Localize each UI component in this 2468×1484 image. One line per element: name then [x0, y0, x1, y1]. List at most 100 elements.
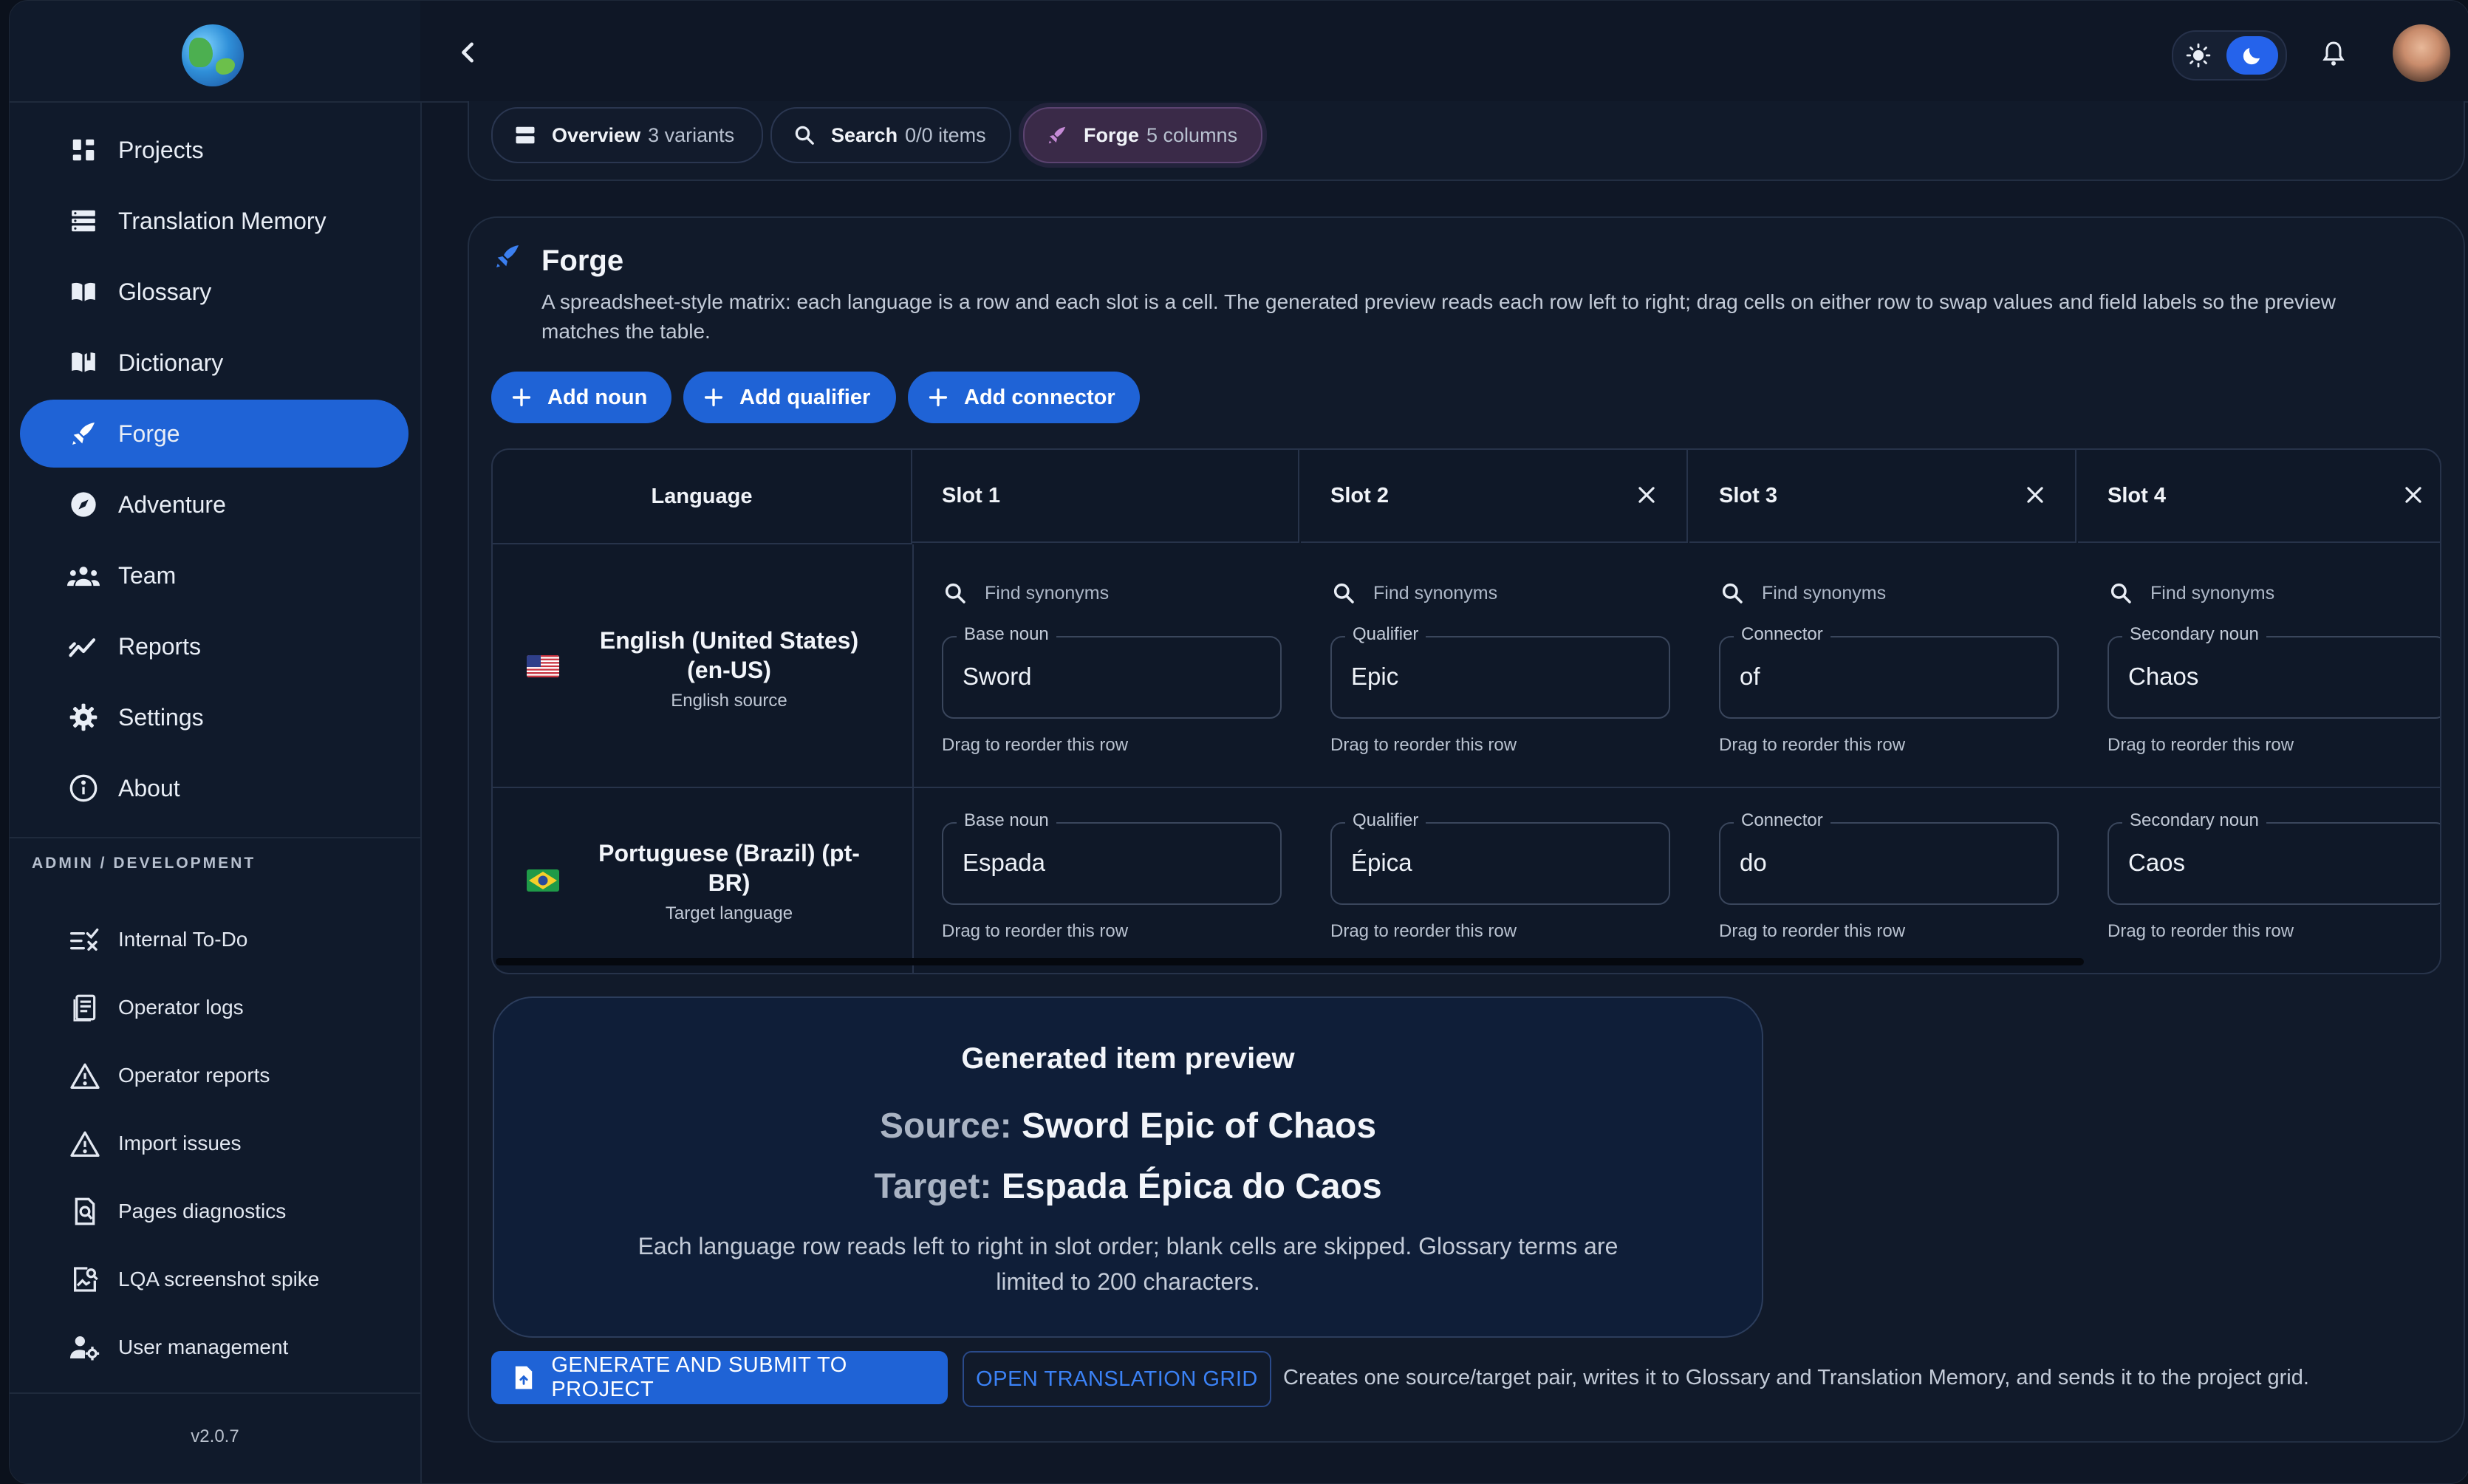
qualifier-field[interactable]: Qualifier Epic — [1330, 624, 1670, 719]
find-synonyms-button[interactable]: Find synonyms — [1719, 578, 1886, 608]
drag-hint: Drag to reorder this row — [1330, 921, 1517, 941]
slot-cell[interactable]: Secondary noun Caos Drag to reorder this … — [2078, 788, 2440, 973]
field-label: Base noun — [957, 624, 1056, 645]
slot-cell[interactable]: Base noun Espada Drag to reorder this row — [912, 788, 1301, 973]
find-synonyms-button[interactable]: Find synonyms — [1330, 578, 1497, 608]
sidebar-item-team[interactable]: Team — [20, 541, 409, 609]
find-synonyms-button[interactable]: Find synonyms — [2108, 578, 2274, 608]
sidebar-item-label: Operator logs — [118, 996, 244, 1019]
tab-forge[interactable]: Forge 5 columns — [1023, 107, 1262, 163]
find-synonyms-label: Find synonyms — [1373, 582, 1498, 603]
slot-cell[interactable]: Qualifier Épica Drag to reorder this row — [1301, 788, 1689, 973]
preview-source: Source: Sword Epic of Chaos — [494, 1106, 1762, 1146]
connector-field[interactable]: Connector do — [1719, 810, 2059, 905]
sidebar-item-forge[interactable]: Forge — [20, 400, 409, 468]
sidebar-item-label: Pages diagnostics — [118, 1200, 287, 1223]
column-header-language: Language — [493, 450, 912, 544]
preview-target-value: Espada Épica do Caos — [1001, 1167, 1382, 1206]
logs-icon — [70, 993, 100, 1022]
sidebar-item-settings[interactable]: Settings — [20, 683, 409, 751]
sidebar-item-operator-reports[interactable]: Operator reports — [20, 1046, 409, 1105]
add-qualifier-button[interactable]: Add qualifier — [683, 372, 896, 423]
drag-hint: Drag to reorder this row — [1719, 735, 1906, 755]
add-connector-button[interactable]: Add connector — [908, 372, 1140, 423]
tab-label: Search — [831, 123, 898, 146]
collapse-sidebar-chevron-left-icon[interactable] — [453, 38, 482, 67]
base-noun-field[interactable]: Base noun Sword — [942, 624, 1282, 719]
plus-icon — [703, 386, 725, 408]
screenshot-icon — [70, 1265, 100, 1294]
sidebar-item-translation-memory[interactable]: Translation Memory — [20, 187, 409, 255]
slot-cell[interactable]: Find synonyms Base noun Sword Drag to reo… — [912, 544, 1301, 788]
tab-overview[interactable]: Overview 3 variants — [491, 107, 763, 163]
sidebar-item-pages-diagnostics[interactable]: Pages diagnostics — [20, 1182, 409, 1241]
sidebar-item-adventure[interactable]: Adventure — [20, 471, 409, 538]
secondary-noun-field[interactable]: Secondary noun Caos — [2108, 810, 2440, 905]
moon-icon[interactable] — [2226, 36, 2278, 75]
add-connector-label: Add connector — [964, 385, 1115, 409]
field-value: Espada — [963, 849, 1045, 876]
column-header-label: Slot 3 — [1719, 483, 1777, 507]
generate-and-submit-button[interactable]: GENERATE AND SUBMIT TO PROJECT — [491, 1351, 948, 1404]
sidebar-item-operator-logs[interactable]: Operator logs — [20, 978, 409, 1037]
sidebar-item-label: User management — [118, 1336, 289, 1358]
connector-field[interactable]: Connector of — [1719, 624, 2059, 719]
column-header-slot-1[interactable]: Slot 1 — [912, 450, 1299, 543]
slot-cell[interactable]: Find synonyms Secondary noun Chaos Drag t… — [2078, 544, 2440, 788]
slot-cell[interactable]: Find synonyms Connector of Drag to reorde… — [1689, 544, 2078, 788]
field-value: do — [1740, 849, 1767, 876]
sidebar-item-label: Projects — [118, 136, 204, 163]
qualifier-field[interactable]: Qualifier Épica — [1330, 810, 1670, 905]
theme-toggle[interactable] — [2172, 30, 2287, 81]
sidebar-item-about[interactable]: About — [20, 754, 409, 822]
column-header-slot-4[interactable]: Slot 4 — [2078, 450, 2440, 543]
sidebar-item-lqa-screenshot-spike[interactable]: LQA screenshot spike — [20, 1250, 409, 1309]
forge-icon — [493, 242, 522, 271]
team-icon — [67, 559, 100, 592]
base-noun-field[interactable]: Base noun Espada — [942, 810, 1282, 905]
notifications-bell-icon[interactable] — [2317, 38, 2350, 70]
add-noun-button[interactable]: Add noun — [491, 372, 671, 423]
tab-meta: 3 variants — [648, 123, 735, 146]
horizontal-scrollbar[interactable] — [496, 958, 2084, 965]
sidebar-item-import-issues[interactable]: Import issues — [20, 1114, 409, 1173]
slot-cell[interactable]: Connector do Drag to reorder this row — [1689, 788, 2078, 973]
gear-icon — [67, 701, 100, 734]
sidebar-item-projects[interactable]: Projects — [20, 116, 409, 184]
sidebar-item-glossary[interactable]: Glossary — [20, 258, 409, 326]
app-window: Projects Translation Memory Glossary Dic… — [9, 0, 2468, 1484]
column-header-label: Slot 4 — [2108, 483, 2166, 507]
file-upload-icon — [512, 1364, 535, 1391]
field-value: Sword — [963, 663, 1032, 690]
sidebar-item-internal-todo[interactable]: Internal To-Do — [20, 910, 409, 969]
open-translation-grid-button[interactable]: OPEN TRANSLATION GRID — [963, 1351, 1271, 1407]
field-value: Chaos — [2128, 663, 2199, 690]
forge-icon — [1044, 122, 1070, 148]
sidebar-item-reports[interactable]: Reports — [20, 612, 409, 680]
globe-logo-icon[interactable] — [182, 24, 244, 86]
drag-hint: Drag to reorder this row — [942, 921, 1129, 941]
tab-search[interactable]: Search 0/0 items — [770, 107, 1011, 163]
sun-icon[interactable] — [2184, 41, 2213, 70]
field-label: Connector — [1734, 624, 1831, 645]
field-value: Épica — [1351, 849, 1412, 876]
sidebar-item-dictionary[interactable]: Dictionary — [20, 329, 409, 397]
remove-slot-2-close-icon[interactable] — [1635, 483, 1658, 507]
slot-cell[interactable]: Find synonyms Qualifier Epic Drag to reor… — [1301, 544, 1689, 788]
secondary-noun-field[interactable]: Secondary noun Chaos — [2108, 624, 2440, 719]
remove-slot-4-close-icon[interactable] — [2402, 483, 2425, 507]
translation-memory-icon — [67, 205, 100, 237]
tab-label: Overview — [552, 123, 641, 146]
sidebar-divider — [10, 837, 420, 838]
search-icon — [1719, 580, 1746, 606]
column-header-slot-3[interactable]: Slot 3 — [1689, 450, 2076, 543]
field-label: Secondary noun — [2122, 810, 2266, 831]
sidebar-item-user-management[interactable]: User management — [20, 1318, 409, 1377]
field-label: Secondary noun — [2122, 624, 2266, 645]
preview-title: Generated item preview — [961, 1042, 1295, 1075]
remove-slot-3-close-icon[interactable] — [2023, 483, 2047, 507]
find-synonyms-button[interactable]: Find synonyms — [942, 578, 1109, 608]
avatar[interactable] — [2393, 24, 2450, 82]
column-header-slot-2[interactable]: Slot 2 — [1301, 450, 1688, 543]
sidebar-item-label: Adventure — [118, 490, 226, 518]
